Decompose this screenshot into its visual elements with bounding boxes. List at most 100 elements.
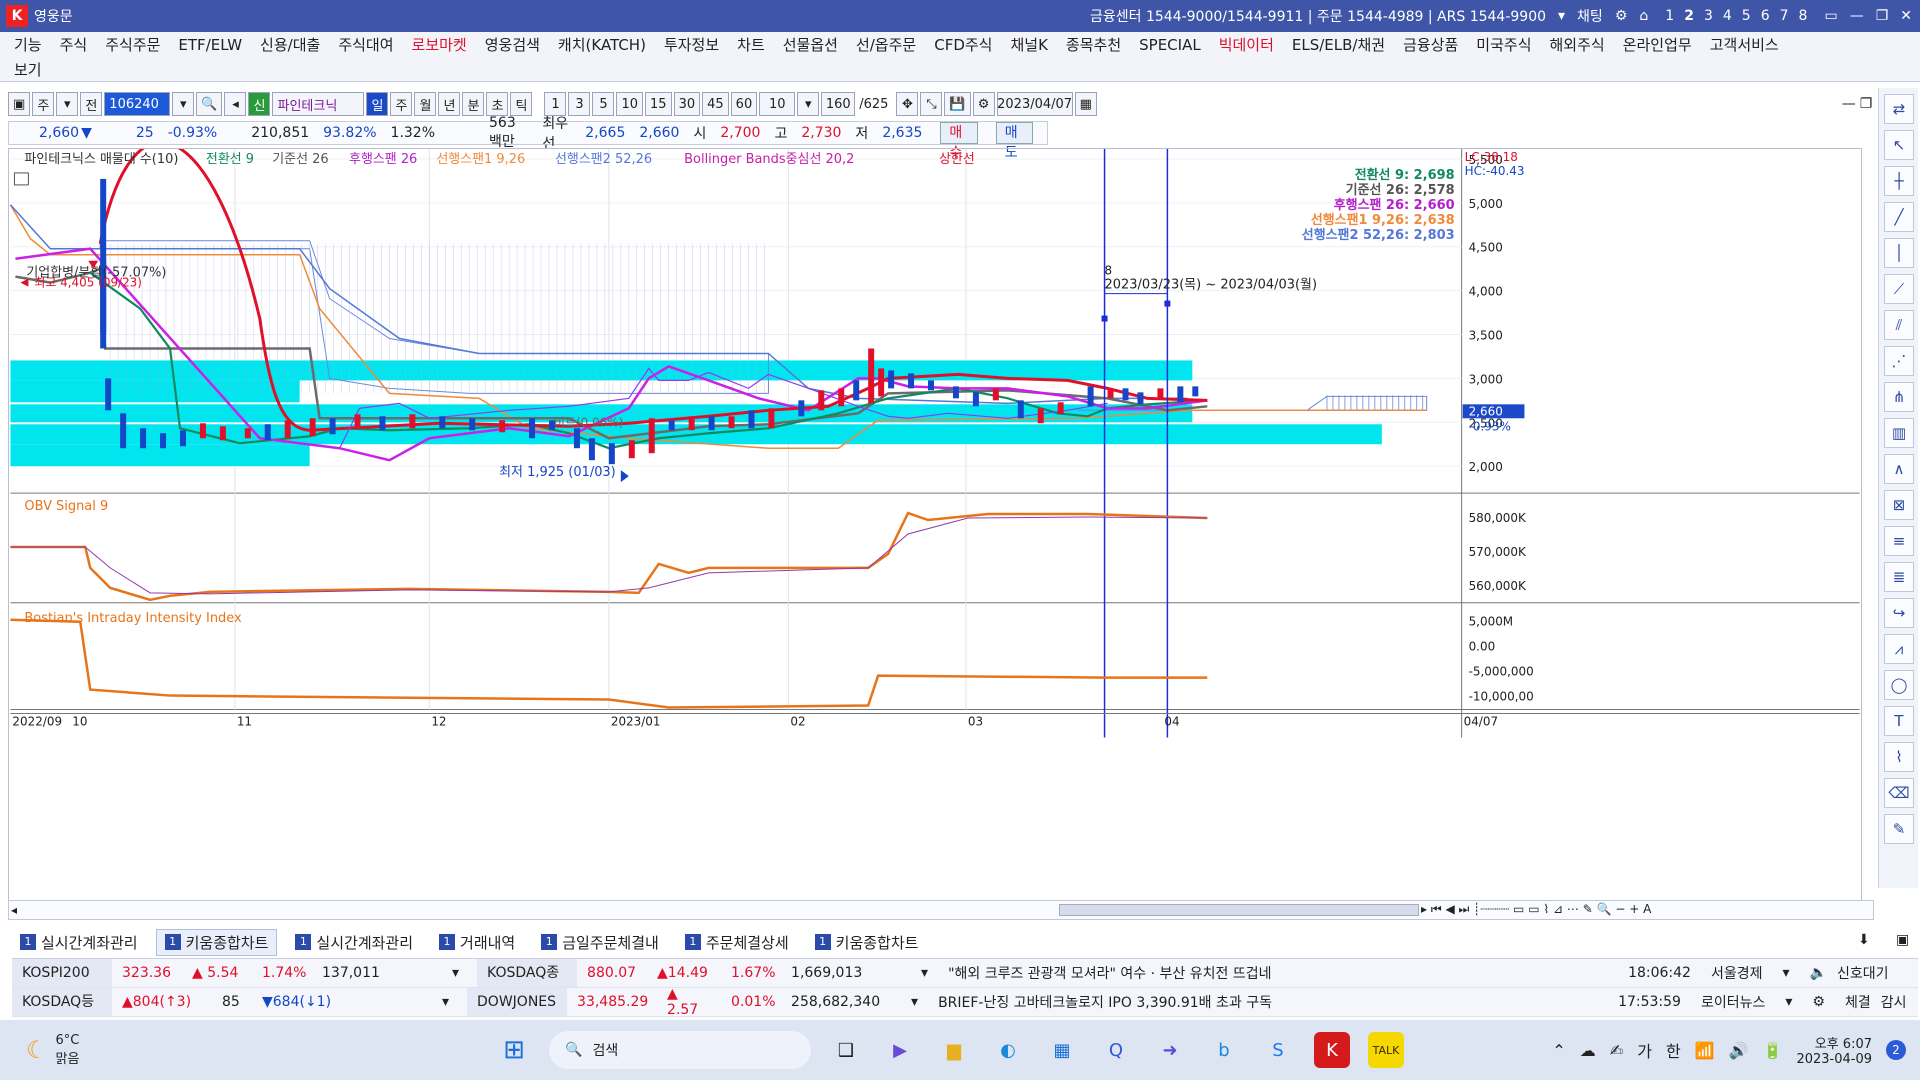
dropdown-icon[interactable]: ▾ xyxy=(1775,994,1802,1010)
bottom-tab[interactable]: 1 주문체결상세 xyxy=(677,930,797,955)
store-icon[interactable]: ▦ xyxy=(1044,1032,1080,1068)
menu-item[interactable]: 주식 xyxy=(60,34,88,55)
range-handle[interactable] xyxy=(1164,300,1171,307)
dropdown-icon[interactable]: ▾ xyxy=(1558,8,1565,24)
menu-item[interactable]: 투자정보 xyxy=(664,34,719,55)
menu-item[interactable]: 빅데이터 xyxy=(1219,34,1274,55)
search-icon[interactable]: 🔍 xyxy=(196,92,223,116)
menu-item[interactable]: 기능 xyxy=(14,34,42,55)
menu-item[interactable]: 채널K xyxy=(1010,34,1047,55)
menu-item[interactable]: 선물옵션 xyxy=(783,34,838,55)
screen-number[interactable]: 7 xyxy=(1780,8,1789,24)
menu-item[interactable]: 종목추천 xyxy=(1066,34,1121,55)
pattern-icon[interactable]: ⩘ xyxy=(1884,634,1914,664)
menu-item[interactable]: 로보마켓 xyxy=(412,34,467,55)
edge-icon[interactable]: ◐ xyxy=(990,1032,1026,1068)
period-button[interactable]: 분 xyxy=(462,92,485,116)
menu-item[interactable]: 온라인업무 xyxy=(1623,34,1692,55)
dropdown-icon[interactable]: ▾ xyxy=(911,965,938,981)
fibonacci-icon[interactable]: ≡ xyxy=(1884,526,1914,556)
pin-icon[interactable]: ⬇ xyxy=(1858,932,1870,948)
close-icon[interactable]: ✕ xyxy=(1900,8,1912,24)
vertical-line-icon[interactable]: │ xyxy=(1884,238,1914,268)
screen-number[interactable]: 2 xyxy=(1684,8,1694,24)
crosshair-icon[interactable]: ✥ xyxy=(896,92,919,116)
stock-name[interactable]: 파인테크닉 xyxy=(272,92,365,116)
cloud-icon[interactable]: ☁ xyxy=(1580,1041,1596,1060)
windows-start-icon[interactable]: ⊞ xyxy=(496,1032,532,1068)
interval-dropdown-icon[interactable]: ▾ xyxy=(797,92,820,116)
range-handle[interactable] xyxy=(1101,315,1108,322)
speaker-icon[interactable]: 🔈 xyxy=(1800,965,1837,981)
scroll-thumb[interactable] xyxy=(1059,904,1419,916)
interval-button[interactable]: 60 xyxy=(730,92,758,116)
sound-icon[interactable]: ◂ xyxy=(224,92,247,116)
screen-number[interactable]: 4 xyxy=(1723,8,1732,24)
menu-item[interactable]: 고객서비스 xyxy=(1710,34,1779,55)
bottom-tab[interactable]: 1 키움종합차트 xyxy=(807,930,927,955)
dropdown-icon[interactable]: ▾ xyxy=(1772,965,1799,981)
date-input[interactable]: 2023/04/07 xyxy=(996,92,1073,116)
signal-icon[interactable]: ⌇ xyxy=(1884,742,1914,772)
dropdown-icon[interactable]: ▾ xyxy=(56,92,79,116)
period-button[interactable]: 년 xyxy=(438,92,461,116)
channel-icon[interactable]: ⫽ xyxy=(1884,310,1914,340)
dropdown-icon[interactable]: ▾ xyxy=(432,994,459,1010)
period-button[interactable]: 월 xyxy=(414,92,437,116)
watch-button[interactable]: 감시 xyxy=(1881,992,1907,1012)
menu-item[interactable]: 선/옵주문 xyxy=(856,34,916,55)
interval-button[interactable]: 15 xyxy=(645,92,672,116)
home-icon[interactable]: ⌂ xyxy=(1639,8,1648,24)
trend-line-icon[interactable]: ╱ xyxy=(1884,202,1914,232)
task-view-icon[interactable]: ❑ xyxy=(828,1032,864,1068)
notification-badge[interactable]: 2 xyxy=(1886,1040,1906,1060)
interval-button[interactable]: 10 xyxy=(616,92,644,116)
ime-lang[interactable]: 한 xyxy=(1666,1038,1681,1062)
cursor-icon[interactable]: ↖ xyxy=(1884,130,1914,160)
menu-item[interactable]: 주식대여 xyxy=(338,34,393,55)
gear-icon[interactable]: ⚙ xyxy=(972,92,995,116)
screen-number[interactable]: 3 xyxy=(1704,8,1713,24)
bottom-tab[interactable]: 1 키움종합차트 xyxy=(155,928,278,956)
maximize-icon[interactable]: ❐ xyxy=(1876,8,1889,24)
kakaotalk-icon[interactable]: TALK xyxy=(1368,1032,1404,1068)
interval-button[interactable]: 45 xyxy=(702,92,729,116)
arrow-app-icon[interactable]: ➜ xyxy=(1152,1032,1188,1068)
crosshair-icon[interactable]: ┼ xyxy=(1884,166,1914,196)
stock-chart[interactable]: 5,5005,0004,5004,0003,5003,0002,5002,000… xyxy=(8,148,1862,908)
meet-icon[interactable]: ▶ xyxy=(882,1032,918,1068)
eraser-icon[interactable]: ⌫ xyxy=(1884,778,1914,808)
scroll-controls[interactable]: ▸ ⏮ ◀ ⏭ ┊┈┈┈┈ ▭ ▭ ⌇ ⊿ ⋯ ✎ 🔍 − + A xyxy=(1421,902,1651,917)
news-headline-2[interactable]: BRIEF-난징 고바테크놀로지 IPO 3,390.91배 초과 구독 xyxy=(928,992,1608,1012)
calendar-icon[interactable]: ▦ xyxy=(1074,92,1097,116)
menu-item[interactable]: SPECIAL xyxy=(1139,36,1201,54)
text-icon[interactable]: T xyxy=(1884,706,1914,736)
bottom-tab[interactable]: 1 실시간계좌관리 xyxy=(287,930,421,955)
window-restore-icon[interactable]: ❐ xyxy=(1860,96,1873,112)
menu-item[interactable]: 캐치(KATCH) xyxy=(558,34,646,55)
b-app-icon[interactable]: b xyxy=(1206,1032,1242,1068)
interval-button[interactable]: 3 xyxy=(568,92,591,116)
gann-icon[interactable]: ⊠ xyxy=(1884,490,1914,520)
q-app-icon[interactable]: Q xyxy=(1098,1032,1134,1068)
table-icon[interactable] xyxy=(13,172,29,186)
minimize-icon[interactable]: — xyxy=(1850,8,1864,24)
menu-item[interactable]: 미국주식 xyxy=(1476,34,1531,55)
layout-icon[interactable]: ▣ xyxy=(8,92,31,116)
menu-item[interactable]: ELS/ELB/채권 xyxy=(1292,34,1385,55)
menu-item[interactable]: 영웅검색 xyxy=(485,34,540,55)
refresh-icon[interactable]: ⇄ xyxy=(1884,94,1914,124)
news-headline-1[interactable]: "해외 크루즈 관광객 모셔라" 여수 · 부산 유치전 뜨겁네 xyxy=(938,963,1618,983)
menu-item[interactable]: 주식주문 xyxy=(105,34,160,55)
gear-icon[interactable]: ⚙ xyxy=(1802,994,1835,1010)
circle-icon[interactable]: ◯ xyxy=(1884,670,1914,700)
mode-select[interactable]: 주 xyxy=(32,92,55,116)
s-app-icon[interactable]: S xyxy=(1260,1032,1296,1068)
taskbar-search[interactable]: 🔍 검색 xyxy=(549,1031,811,1069)
window-min-icon[interactable]: — xyxy=(1842,96,1856,112)
menu-item[interactable]: CFD주식 xyxy=(934,34,992,55)
menu-item[interactable]: ETF/ELW xyxy=(178,36,242,54)
wifi-icon[interactable]: 📶 xyxy=(1695,1041,1715,1060)
menu-item[interactable]: 금융상품 xyxy=(1403,34,1458,55)
screen-numbers[interactable]: 12345678 xyxy=(1660,8,1812,24)
